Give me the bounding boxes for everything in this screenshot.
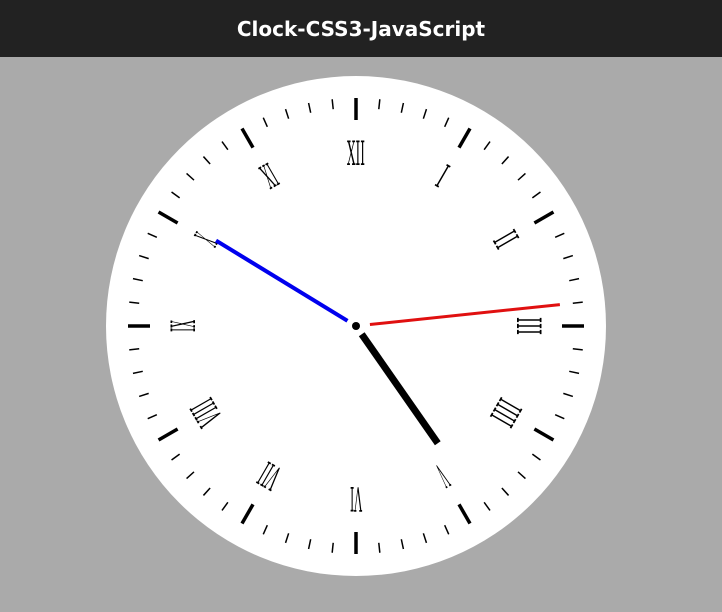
analog-clock: XIIIIIIIIIIIIVVIVIIVIIIIXXXI [106, 76, 606, 576]
numeral-12: XII [347, 134, 365, 174]
minor-tick [331, 542, 334, 553]
numeral-9: IX [164, 320, 204, 332]
center-pin [352, 322, 360, 330]
minor-tick [129, 301, 140, 304]
app-header: Clock-CSS3-JavaScript [0, 0, 722, 57]
minor-tick [129, 348, 140, 351]
minor-tick [378, 99, 381, 110]
minor-tick [378, 542, 381, 553]
minor-tick [572, 301, 583, 304]
numeral-6: VI [350, 478, 362, 518]
page-title: Clock-CSS3-JavaScript [236, 16, 486, 41]
minor-tick [331, 99, 334, 110]
minor-tick [572, 348, 583, 351]
numeral-3: III [508, 317, 548, 335]
